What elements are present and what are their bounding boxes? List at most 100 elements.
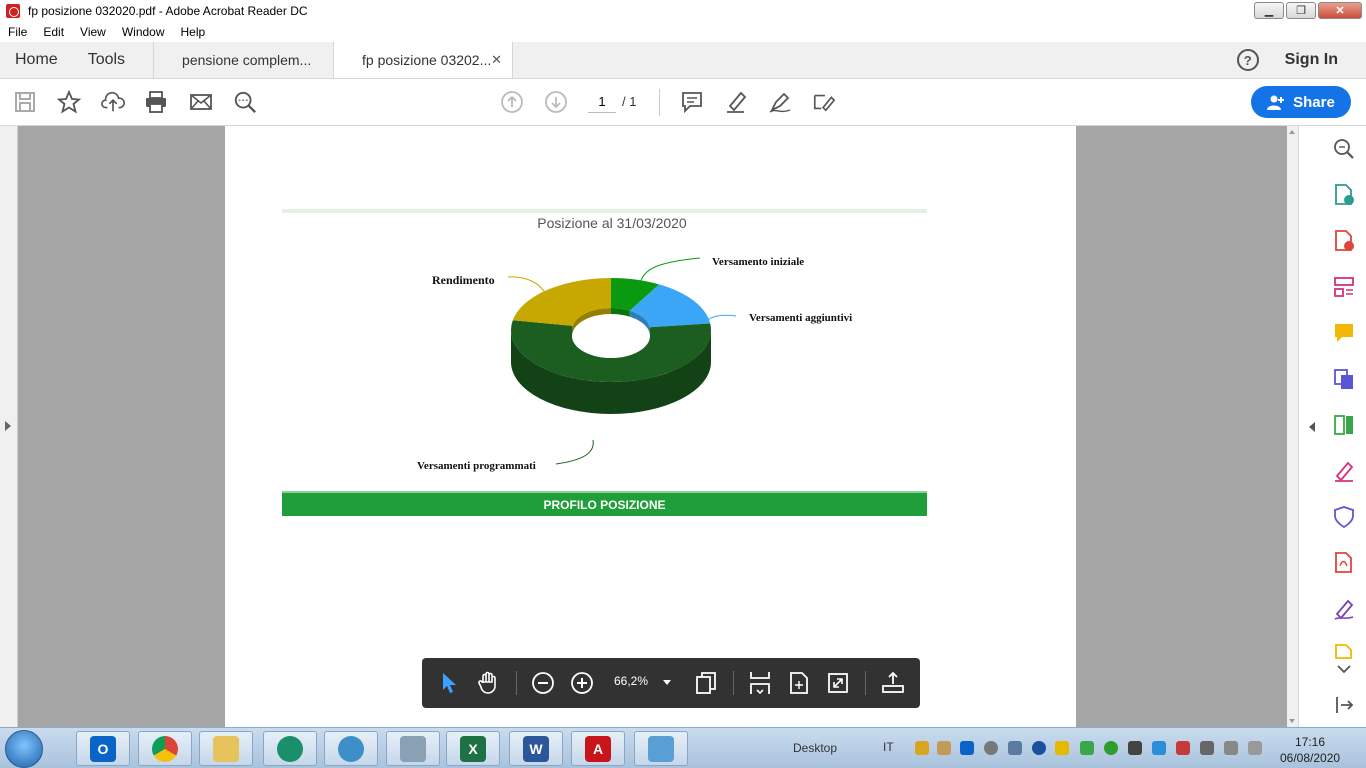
upload-cloud-icon[interactable]: [101, 90, 125, 114]
tab-tools[interactable]: Tools: [73, 42, 153, 78]
sign-in-button[interactable]: Sign In: [1285, 51, 1338, 69]
clock-date: 06/08/2020: [1280, 751, 1341, 765]
export-pdf-icon[interactable]: [1333, 184, 1355, 206]
close-button[interactable]: ✕: [1318, 2, 1362, 19]
tray-network-icon[interactable]: [1008, 741, 1022, 755]
prev-page-icon[interactable]: [500, 90, 524, 114]
taskbar-app-chrome[interactable]: [138, 731, 192, 766]
read-mode-icon[interactable]: [881, 671, 905, 695]
share-button[interactable]: Share: [1251, 86, 1351, 118]
document-tab-fp-posizione[interactable]: fp posizione 03202... ✕: [333, 42, 514, 78]
chevron-down-icon[interactable]: [663, 680, 671, 685]
taskbar-app-calculator[interactable]: [386, 731, 440, 766]
toolbar-separator: [516, 671, 517, 695]
zoom-out-icon[interactable]: [531, 671, 555, 695]
add-user-icon: [1267, 95, 1285, 110]
tray-outlook-icon[interactable]: [960, 741, 974, 755]
taskbar-app-photos[interactable]: [634, 731, 688, 766]
compress-icon[interactable]: [1333, 414, 1355, 436]
language-indicator[interactable]: IT: [883, 740, 894, 754]
pdf-icon[interactable]: [1333, 552, 1355, 574]
next-page-icon[interactable]: [544, 90, 568, 114]
start-button[interactable]: [5, 730, 43, 768]
create-pdf-icon[interactable]: [1333, 230, 1355, 252]
save-icon[interactable]: [13, 90, 37, 114]
scroll-mode-icon[interactable]: [748, 671, 772, 695]
document-tab-label: pensione complem...: [182, 52, 312, 68]
page-view-icon[interactable]: [694, 671, 718, 695]
taskbar-app-word[interactable]: W: [509, 731, 563, 766]
highlight-icon[interactable]: [724, 90, 748, 114]
chart-label-versamenti-programmati: Versamenti programmati: [417, 460, 536, 472]
taskbar-app-explorer[interactable]: [199, 731, 253, 766]
comment-tool-icon[interactable]: [1333, 322, 1355, 344]
taskbar-app-excel[interactable]: X: [446, 731, 500, 766]
close-tab-icon[interactable]: ✕: [491, 52, 502, 68]
toolbar-separator: [865, 671, 866, 695]
tray-flag-icon[interactable]: [1224, 741, 1238, 755]
page-number-input[interactable]: 1: [588, 91, 616, 113]
tray-battery-icon[interactable]: [1200, 741, 1214, 755]
help-icon[interactable]: ?: [1236, 49, 1259, 71]
minimize-button[interactable]: ▁: [1254, 2, 1284, 19]
desktop-toolbar-label[interactable]: Desktop: [793, 741, 837, 755]
chart-label-versamenti-aggiuntivi: Versamenti aggiuntivi: [749, 312, 853, 324]
menu-help[interactable]: Help: [173, 25, 214, 39]
tray-sync-icon[interactable]: [984, 741, 998, 755]
tray-lock-icon[interactable]: [1055, 741, 1069, 755]
window-title: fp posizione 032020.pdf - Adobe Acrobat …: [28, 4, 308, 18]
menu-window[interactable]: Window: [114, 25, 173, 39]
fit-page-icon[interactable]: [787, 671, 811, 695]
taskbar-clock[interactable]: 17:16 06/08/2020: [1280, 734, 1340, 766]
toolbar-separator: [659, 89, 660, 116]
sign-icon[interactable]: [768, 90, 792, 114]
taskbar-app-acrobat[interactable]: A: [571, 731, 625, 766]
tab-home[interactable]: Home: [0, 42, 73, 78]
tray-wifi-icon[interactable]: [1104, 741, 1118, 755]
fill-sign-tool-icon[interactable]: [1333, 460, 1355, 482]
comment-icon[interactable]: [680, 90, 704, 114]
hand-icon[interactable]: [476, 671, 500, 695]
fullscreen-icon[interactable]: [826, 671, 850, 695]
zoom-in-icon[interactable]: [570, 671, 594, 695]
profilo-posizione-bar: PROFILO POSIZIONE: [282, 491, 927, 516]
menu-view[interactable]: View: [72, 25, 114, 39]
tray-tools-icon[interactable]: [1128, 741, 1142, 755]
taskbar-app-outlook[interactable]: O: [76, 731, 130, 766]
combine-files-icon[interactable]: [1333, 368, 1355, 390]
fill-sign-icon[interactable]: [812, 90, 836, 114]
tray-display-icon[interactable]: [1152, 741, 1166, 755]
find-icon[interactable]: [233, 90, 257, 114]
tray-update-icon[interactable]: [1080, 741, 1094, 755]
chevron-down-icon[interactable]: [1333, 658, 1355, 680]
share-label: Share: [1293, 93, 1335, 111]
email-icon[interactable]: [189, 90, 213, 114]
enhance-scan-icon[interactable]: [1333, 138, 1355, 160]
print-icon[interactable]: [144, 90, 168, 114]
chart-label-versamento-iniziale: Versamento iniziale: [712, 256, 805, 268]
maximize-button[interactable]: ❐: [1286, 2, 1316, 19]
acrobat-app-icon: [6, 4, 20, 18]
expand-left-panel-icon[interactable]: [5, 421, 11, 431]
document-tab-label: fp posizione 03202...: [362, 52, 492, 68]
tray-volume-icon[interactable]: [1176, 741, 1190, 755]
taskbar-app-green[interactable]: [263, 731, 317, 766]
taskbar-app-globe[interactable]: [324, 731, 378, 766]
bookmark-star-icon[interactable]: [57, 90, 81, 114]
menu-file[interactable]: File: [0, 25, 35, 39]
sign-pen-icon[interactable]: [1333, 598, 1355, 620]
tray-signal-icon[interactable]: [1248, 741, 1262, 755]
expand-icon[interactable]: [1333, 694, 1355, 716]
organize-pages-icon[interactable]: [1333, 276, 1355, 298]
select-pointer-icon[interactable]: [437, 671, 461, 695]
menu-edit[interactable]: Edit: [35, 25, 72, 39]
tray-bluetooth-icon[interactable]: [1032, 741, 1046, 755]
tray-shield-icon[interactable]: [915, 741, 929, 755]
document-tab-pensione[interactable]: pensione complem...: [153, 42, 333, 78]
zoom-level-select[interactable]: 66,2%: [614, 674, 648, 688]
tray-mail-icon[interactable]: [937, 741, 951, 755]
vertical-scrollbar[interactable]: [1287, 126, 1298, 727]
protect-icon[interactable]: [1333, 506, 1355, 528]
collapse-right-panel-icon[interactable]: [1309, 422, 1315, 432]
windows-taskbar: O X W A Desktop IT 17:16 06/08/2020: [0, 727, 1366, 768]
